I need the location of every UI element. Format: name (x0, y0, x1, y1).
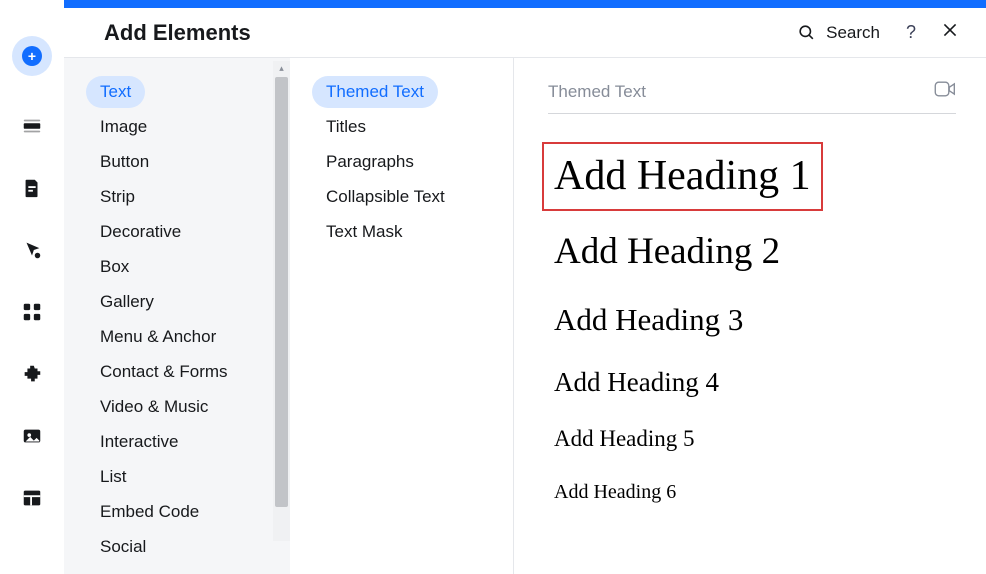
category-column: ▴ Text Image Button Strip Decorative Box… (64, 58, 290, 574)
category-image[interactable]: Image (86, 111, 161, 143)
category-decorative[interactable]: Decorative (86, 216, 195, 248)
plugin-icon[interactable] (20, 362, 44, 386)
header-actions: Search ? (797, 22, 958, 43)
scrollbar-thumb[interactable] (275, 77, 288, 507)
subcategory-text-mask[interactable]: Text Mask (312, 216, 417, 248)
top-accent-bar (64, 0, 986, 8)
heading-3-preview[interactable]: Add Heading 3 (548, 299, 749, 342)
category-video-music[interactable]: Video & Music (86, 391, 222, 423)
category-embed-code[interactable]: Embed Code (86, 496, 213, 528)
category-contact-forms[interactable]: Contact & Forms (86, 356, 242, 388)
help-button[interactable]: ? (906, 22, 916, 43)
preview-header: Themed Text (548, 80, 956, 114)
heading-4-preview[interactable]: Add Heading 4 (548, 364, 725, 402)
media-icon[interactable] (20, 424, 44, 448)
scrollbar-track[interactable]: ▴ (273, 61, 290, 541)
left-rail: + (0, 0, 64, 574)
category-social[interactable]: Social (86, 531, 160, 563)
add-elements-panel: Add Elements Search ? ▴ Text Image Butto… (64, 8, 986, 574)
category-menu-anchor[interactable]: Menu & Anchor (86, 321, 230, 353)
category-interactive[interactable]: Interactive (86, 426, 192, 458)
add-button[interactable]: + (12, 36, 52, 76)
preview-column: Themed Text Add Heading 1 Add Heading 2 … (514, 58, 986, 574)
design-icon[interactable] (20, 238, 44, 262)
search-button[interactable]: Search (797, 23, 880, 43)
subcategory-themed-text[interactable]: Themed Text (312, 76, 438, 108)
heading-1-preview[interactable]: Add Heading 1 (548, 148, 817, 205)
close-icon (942, 22, 958, 38)
subcategory-paragraphs[interactable]: Paragraphs (312, 146, 428, 178)
section-icon[interactable] (20, 114, 44, 138)
heading-6-preview[interactable]: Add Heading 6 (548, 478, 682, 507)
heading-2-preview[interactable]: Add Heading 2 (548, 227, 786, 277)
layout-icon[interactable] (20, 486, 44, 510)
category-strip[interactable]: Strip (86, 181, 149, 213)
subcategory-column: Themed Text Titles Paragraphs Collapsibl… (290, 58, 514, 574)
panel-body: ▴ Text Image Button Strip Decorative Box… (64, 57, 986, 574)
scrollbar-arrow-up-icon[interactable]: ▴ (273, 61, 290, 75)
category-gallery[interactable]: Gallery (86, 286, 168, 318)
subcategory-collapsible-text[interactable]: Collapsible Text (312, 181, 459, 213)
plus-icon: + (22, 46, 42, 66)
category-list[interactable]: List (86, 461, 140, 493)
panel-header: Add Elements Search ? (64, 8, 986, 57)
search-label: Search (826, 23, 880, 43)
category-text[interactable]: Text (86, 76, 145, 108)
apps-icon[interactable] (20, 300, 44, 324)
preview-title: Themed Text (548, 82, 646, 102)
subcategory-titles[interactable]: Titles (312, 111, 380, 143)
search-icon (797, 23, 816, 42)
close-button[interactable] (942, 22, 958, 43)
category-button[interactable]: Button (86, 146, 163, 178)
heading-5-preview[interactable]: Add Heading 5 (548, 423, 701, 456)
video-icon (934, 80, 956, 98)
page-icon[interactable] (20, 176, 44, 200)
category-box[interactable]: Box (86, 251, 143, 283)
video-tutorial-button[interactable] (934, 80, 956, 103)
panel-title: Add Elements (104, 20, 251, 46)
